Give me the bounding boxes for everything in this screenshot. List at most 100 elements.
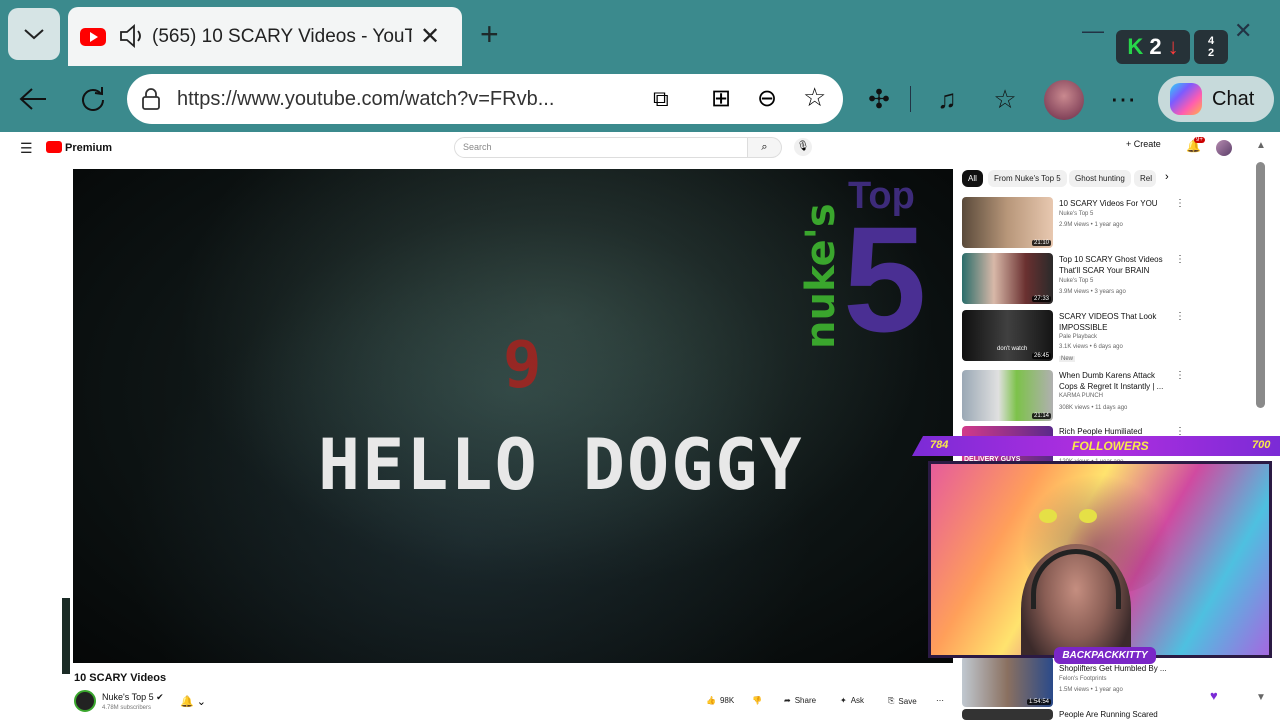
- share-label: Share: [794, 696, 817, 705]
- dislike-button[interactable]: 👎: [752, 696, 762, 705]
- chip-from-channel[interactable]: From Nuke's Top 5: [988, 170, 1067, 187]
- related-thumb-6[interactable]: 1:54:54: [962, 656, 1053, 707]
- speaker-icon[interactable]: [118, 24, 146, 48]
- related-title-7[interactable]: People Are Running Scared: [1059, 709, 1171, 720]
- channel-name[interactable]: Nuke's Top 5 ✔: [102, 692, 164, 703]
- media-music-icon[interactable]: ♫: [930, 82, 964, 116]
- related-more-icon[interactable]: ⋮: [1175, 254, 1185, 265]
- related-more-icon[interactable]: ⋮: [1175, 426, 1185, 437]
- reload-icon[interactable]: [76, 82, 110, 116]
- related-meta-3: 3.1K views • 6 days ago: [1059, 344, 1123, 350]
- copilot-logo-icon: [1170, 83, 1202, 115]
- related-channel-2[interactable]: Nuke's Top 5: [1059, 278, 1093, 284]
- share-button[interactable]: ➦ Share: [784, 696, 816, 705]
- tab-actions-menu-button[interactable]: [8, 8, 60, 60]
- related-thumb-4[interactable]: 21:14: [962, 370, 1053, 421]
- related-channel-3[interactable]: Pale Playback: [1059, 334, 1097, 340]
- more-actions-icon[interactable]: ⋯: [936, 696, 944, 705]
- extensions-icon[interactable]: ✣: [862, 82, 896, 116]
- duration-badge: 21:14: [1031, 413, 1051, 419]
- chat-label: Chat: [1212, 87, 1255, 110]
- related-title-2[interactable]: Top 10 SCARY Ghost Videos That'll SCAR Y…: [1059, 254, 1171, 276]
- notification-count-badge: 9+: [1194, 137, 1205, 143]
- copilot-chat-button[interactable]: Chat: [1158, 76, 1274, 122]
- cat-eye: [1039, 509, 1057, 523]
- thumbs-down-icon: 👎: [752, 696, 762, 705]
- copilot-page-icon[interactable]: ⧉: [653, 86, 669, 112]
- favorite-star-icon[interactable]: ☆: [803, 82, 826, 113]
- related-more-icon[interactable]: ⋮: [1175, 370, 1185, 381]
- chip-all[interactable]: All: [962, 170, 983, 187]
- related-thumb-7[interactable]: [962, 709, 1053, 720]
- scroll-up-icon[interactable]: ▲: [1256, 140, 1266, 151]
- apps-add-icon[interactable]: ⊞: [711, 84, 731, 113]
- close-window-icon[interactable]: ✕: [1234, 18, 1252, 44]
- hamburger-menu-icon[interactable]: ☰: [20, 140, 33, 157]
- subscriber-count: 4.78M subscribers: [102, 705, 152, 711]
- youtube-premium-label[interactable]: Premium: [65, 142, 112, 154]
- chip-related[interactable]: Rel: [1134, 170, 1156, 187]
- video-player[interactable]: 9 HELLO DOGGY nuke's Top 5: [73, 169, 953, 663]
- channel-name-text: Nuke's Top 5: [102, 692, 154, 702]
- related-thumb-2[interactable]: 27:33: [962, 253, 1053, 304]
- related-thumb-3[interactable]: don't watch 26:45: [962, 310, 1053, 361]
- chip-ghost-hunting[interactable]: Ghost hunting: [1069, 170, 1131, 187]
- brand-overlay-five: 5: [843, 195, 927, 363]
- search-input[interactable]: Search: [454, 137, 748, 158]
- scrollbar-thumb[interactable]: [1256, 162, 1265, 408]
- duration-badge: 27:33: [1031, 296, 1051, 302]
- profile-avatar[interactable]: [1044, 80, 1084, 120]
- zoom-out-icon[interactable]: ⊖: [757, 84, 777, 113]
- youtube-favicon-icon: [80, 27, 106, 46]
- microphone-icon[interactable]: 🎙: [794, 138, 812, 156]
- lock-icon[interactable]: [141, 87, 161, 111]
- stack-bottom-count: 2: [1207, 47, 1215, 59]
- related-channel-6[interactable]: Felon's Footprints: [1059, 676, 1107, 682]
- extension-stack-badge[interactable]: 4 2: [1194, 30, 1228, 64]
- favorites-icon[interactable]: ☆: [988, 82, 1022, 116]
- new-tab-icon[interactable]: +: [480, 16, 499, 53]
- address-bar[interactable]: https://www.youtube.com/watch?v=FRvb... …: [127, 74, 843, 124]
- duration-badge: 21:10: [1031, 240, 1051, 246]
- subscription-bell-icon[interactable]: 🔔 ⌄: [180, 695, 206, 708]
- related-meta-2: 3.9M views • 3 years ago: [1059, 289, 1126, 295]
- cat-eye: [1079, 509, 1097, 523]
- related-channel-1[interactable]: Nuke's Top 5: [1059, 211, 1093, 217]
- stack-top-count: 4: [1207, 35, 1215, 47]
- related-title-1[interactable]: 10 SCARY Videos For YOU: [1059, 198, 1171, 209]
- related-more-icon[interactable]: ⋮: [1175, 198, 1185, 209]
- related-thumb-1[interactable]: 21:10: [962, 197, 1053, 248]
- account-avatar[interactable]: [1216, 140, 1232, 156]
- heart-icon: ♥: [1210, 688, 1218, 703]
- followers-label: FOLLOWERS: [1072, 439, 1149, 453]
- browser-tab-active[interactable]: (565) 10 SCARY Videos - YouT ✕: [68, 7, 462, 66]
- related-title-3[interactable]: SCARY VIDEOS That Look IMPOSSIBLE: [1059, 311, 1171, 333]
- save-button[interactable]: ⎘ Save: [888, 696, 917, 706]
- followers-goal-count: 700: [1252, 439, 1271, 451]
- search-icon[interactable]: ⌕: [748, 137, 782, 158]
- extension-k-badge[interactable]: K 2 ↓: [1116, 30, 1190, 64]
- save-label: Save: [898, 696, 917, 706]
- k-logo-icon: K: [1127, 34, 1144, 59]
- channel-avatar[interactable]: [74, 690, 96, 712]
- related-meta-6: 1.5M views • 1 year ago: [1059, 687, 1123, 693]
- webcam-overlay: [928, 461, 1272, 658]
- back-icon[interactable]: [16, 82, 50, 116]
- minimize-icon[interactable]: —: [1082, 18, 1104, 44]
- create-button[interactable]: + Create: [1126, 139, 1172, 155]
- scroll-down-icon[interactable]: ▼: [1256, 692, 1266, 703]
- related-title-4[interactable]: When Dumb Karens Attack Cops & Regret It…: [1059, 370, 1171, 392]
- youtube-logo-icon[interactable]: [46, 141, 62, 153]
- duration-badge: 1:54:54: [1026, 699, 1051, 705]
- tab-close-icon[interactable]: ✕: [420, 22, 440, 51]
- ask-button[interactable]: ✦ Ask: [840, 696, 864, 705]
- like-button[interactable]: 👍 98K: [706, 696, 734, 705]
- related-channel-4[interactable]: KARMA PUNCH: [1059, 393, 1103, 399]
- video-caption-text: HELLO DOGGY: [318, 424, 804, 506]
- left-edge-widget: [62, 598, 70, 674]
- chips-next-icon[interactable]: ›: [1165, 171, 1169, 183]
- related-title-6[interactable]: Shoplifters Get Humbled By ...: [1059, 663, 1171, 674]
- related-more-icon[interactable]: ⋮: [1175, 311, 1185, 322]
- save-icon: ⎘: [888, 696, 895, 705]
- more-menu-icon[interactable]: ⋯: [1106, 82, 1140, 116]
